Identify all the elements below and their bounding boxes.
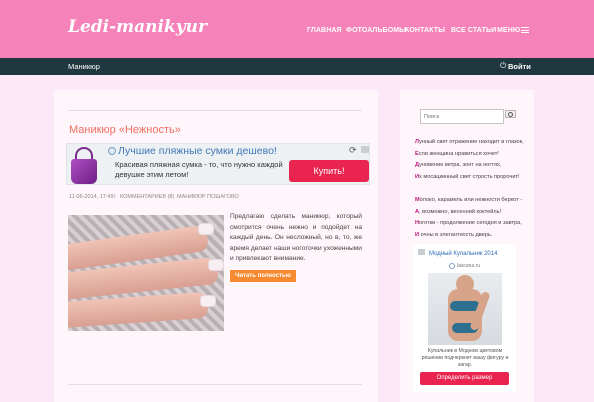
post-excerpt: Предлагаю сделать маникюр, который смотр… (230, 213, 362, 263)
ad-description: Купальник в Модном цветовом решении подч… (421, 348, 509, 369)
login-link[interactable]: Войти (508, 62, 531, 71)
ad-info-icon[interactable] (418, 249, 425, 255)
ad-banner-bags[interactable]: Лучшие пляжные сумки дешево! Красивая пл… (66, 143, 370, 185)
ad-text: Красивая пляжная сумка - то, что нужно к… (115, 160, 283, 179)
divider (68, 384, 362, 385)
post-comments-link[interactable]: КОММЕНТАРИЕВ (0) (120, 194, 174, 200)
refresh-icon[interactable]: ⟳ (349, 145, 357, 156)
poem-line: Если женщина нравиться хочет! (415, 150, 499, 157)
ad-title[interactable]: Лучшие пляжные сумки дешево! (118, 145, 277, 157)
hamburger-menu-icon[interactable] (521, 27, 529, 33)
ad-domain[interactable]: lascana.ru (457, 263, 480, 269)
post-thumbnail[interactable] (68, 215, 224, 331)
post-date: 11-06-2014, 17:49 (69, 194, 114, 200)
determine-size-button[interactable]: Определить размер (420, 372, 509, 385)
meta-separator: / (114, 194, 116, 200)
ad-globe-icon (108, 147, 116, 155)
search-input[interactable] (420, 109, 504, 124)
meta-separator: / (170, 194, 172, 200)
post-title[interactable]: Маникюр «Нежность» (69, 124, 181, 136)
poem-line: А, возможно, весенний коктейль! (415, 208, 502, 215)
search-button[interactable] (505, 110, 516, 118)
nav-item-all-articles[interactable]: ВСЕ СТАТЬИ (451, 27, 496, 34)
power-icon[interactable]: ⏻ (500, 61, 506, 71)
poem-line: Лунный свет отражение находит в глазок, (415, 139, 524, 145)
divider (68, 110, 362, 111)
poem-line: Их мосацкинный свет стрость пророчит! (415, 173, 520, 180)
poem-block-2: Молоко, карамель или нежности беркот - А… (415, 195, 522, 241)
ad-globe-icon (449, 263, 455, 269)
post-category-link[interactable]: МАНИКЮР ПОШАГОВО (177, 194, 239, 200)
breadcrumb[interactable]: Маникюр (68, 62, 100, 71)
nav-item-home[interactable]: ГЛАВНАЯ (307, 27, 342, 34)
swimsuit-image[interactable] (428, 273, 502, 345)
handbag-image[interactable] (69, 145, 99, 185)
read-more-button[interactable]: Читать полностью (230, 270, 296, 282)
nav-item-photo-albums[interactable]: ФОТОАЛЬБОМЫ (346, 27, 406, 34)
nav-item-contacts[interactable]: КОНТАКТЫ (405, 27, 445, 34)
poem-line: Молоко, карамель или нежности беркот - (415, 197, 523, 203)
poem-line: Дуновение ветра, зонт на ногтях, (415, 162, 502, 169)
nav-item-menu[interactable]: МЕНЮ (497, 27, 520, 34)
poem-line: И очны в элегантность дверь. (415, 231, 493, 238)
site-logo[interactable]: Ledi-manikyur (68, 17, 207, 37)
poem-line: Ноготки - продолжение сегодня и завтра, (415, 220, 522, 227)
buy-button[interactable]: Купить! (289, 160, 369, 182)
ad-title[interactable]: Модный Купальник 2014 (429, 251, 497, 257)
ad-block-swimsuit[interactable]: Модный Купальник 2014 lascana.ru Купальн… (413, 244, 516, 392)
poem-block-1: Лунный свет отражение находит в глазок, … (415, 137, 524, 183)
ad-info-icon[interactable] (361, 146, 369, 153)
